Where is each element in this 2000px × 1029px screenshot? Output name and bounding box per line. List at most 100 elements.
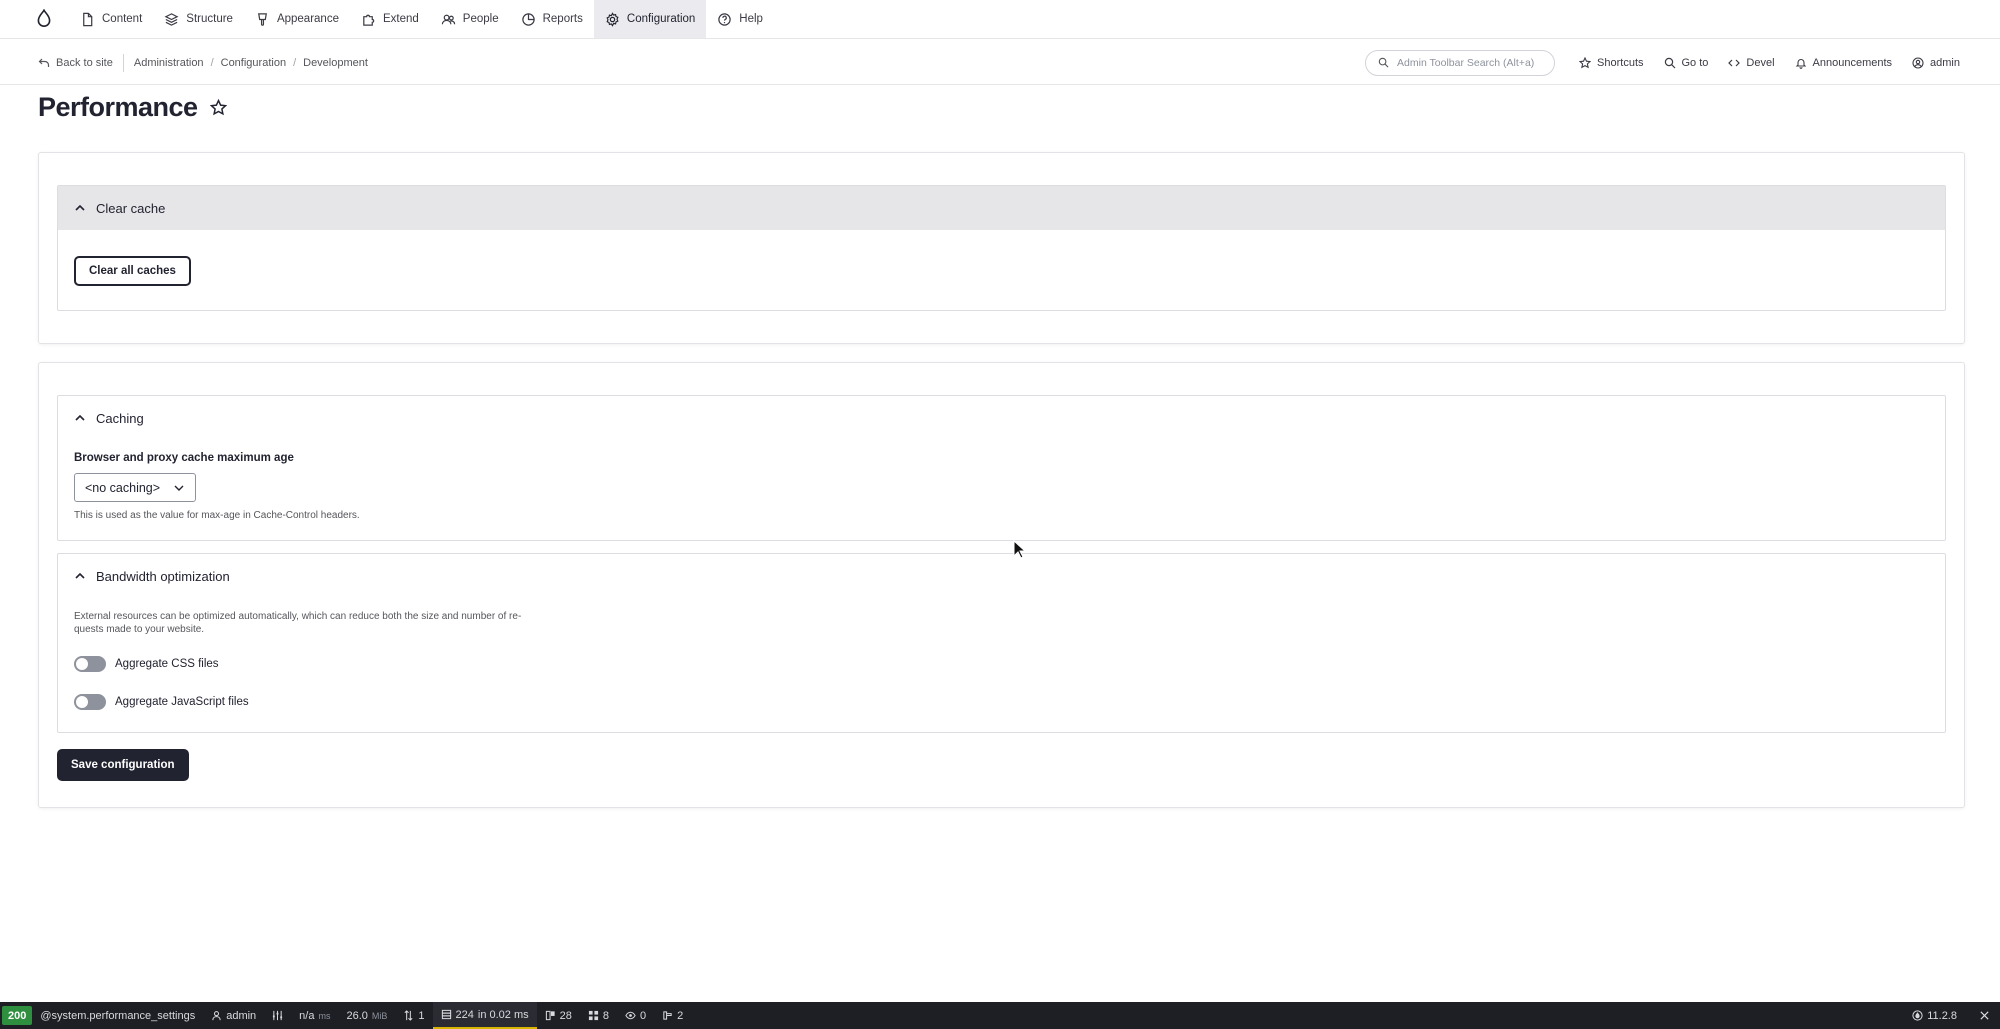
chart-pie-icon xyxy=(521,12,536,27)
bandwidth-description: External resources can be optimized auto… xyxy=(74,610,554,636)
aggregate-js-toggle-row: Aggregate JavaScript files xyxy=(74,694,249,710)
clear-cache-details: Clear cache Clear all caches xyxy=(57,185,1946,311)
sliders-icon xyxy=(272,1010,283,1021)
toolbar-item-label: Structure xyxy=(186,13,233,25)
admin-toolbar-search-input[interactable]: Admin Toolbar Search (Alt+a) xyxy=(1365,49,1556,76)
chevron-down-icon xyxy=(173,482,185,494)
aggregate-css-toggle-row: Aggregate CSS files xyxy=(74,656,219,672)
toolbar-item-extend[interactable]: Extend xyxy=(350,0,430,38)
eye-icon xyxy=(625,1010,636,1021)
toolbar-item-label: Content xyxy=(102,13,143,25)
file-icon xyxy=(80,12,95,27)
breadcrumb-item-development[interactable]: Development xyxy=(303,57,368,69)
devel-debug-bar: 200 @system.performance_settings admin n… xyxy=(0,1002,2000,1029)
breadcrumb-item-configuration[interactable]: Configuration xyxy=(221,57,286,69)
layers-icon xyxy=(164,12,179,27)
toggle-knob xyxy=(76,696,88,708)
debug-cache[interactable]: 28 xyxy=(537,1010,580,1022)
toolbar-item-reports[interactable]: Reports xyxy=(510,0,594,38)
grid-icon xyxy=(588,1010,599,1021)
breadcrumb-separator: / xyxy=(210,56,214,69)
toolbar-item-configuration[interactable]: Configuration xyxy=(593,0,707,38)
star-icon[interactable] xyxy=(209,99,227,116)
debug-database[interactable]: 224 in 0.02 ms xyxy=(432,1002,537,1029)
aggregate-js-toggle[interactable] xyxy=(74,694,106,710)
toggle-knob xyxy=(76,658,88,670)
back-arrow-icon xyxy=(38,57,50,69)
debug-time[interactable]: n/a ms xyxy=(291,1010,338,1022)
toolbar-item-label: Extend xyxy=(382,13,419,25)
debug-db-count: 224 xyxy=(455,1008,474,1021)
debug-memory[interactable]: 26.0 MiB xyxy=(338,1010,395,1022)
brush-icon xyxy=(255,12,270,27)
user-icon xyxy=(211,1010,222,1021)
theme-icon xyxy=(662,1010,673,1021)
aggregate-js-label[interactable]: Aggregate JavaScript files xyxy=(115,696,249,708)
arrows-updown-icon xyxy=(403,1010,414,1021)
max-age-select[interactable]: <no caching> xyxy=(74,473,196,502)
debug-theme[interactable]: 2 xyxy=(654,1010,691,1022)
page-title-text: Performance xyxy=(38,92,198,122)
debug-requests[interactable]: 1 xyxy=(395,1010,432,1022)
debug-blocks[interactable]: 8 xyxy=(580,1010,617,1022)
toolbar-item-appearance[interactable]: Appearance xyxy=(244,0,350,38)
aggregate-css-toggle[interactable] xyxy=(74,656,106,672)
devel-label: Devel xyxy=(1746,56,1775,69)
drupal-logo-icon xyxy=(1912,1010,1923,1021)
close-icon[interactable] xyxy=(1979,1010,1990,1021)
breadcrumb-item-administration[interactable]: Administration xyxy=(134,57,204,69)
user-menu[interactable]: admin xyxy=(1902,57,1970,69)
chevron-up-icon xyxy=(74,570,86,582)
debug-time-unit: ms xyxy=(318,1010,331,1021)
caching-summary[interactable]: Caching xyxy=(58,396,1945,440)
user-label: admin xyxy=(1930,56,1960,69)
bandwidth-summary[interactable]: Bandwidth optimization xyxy=(58,554,1945,598)
goto-label: Go to xyxy=(1681,56,1709,69)
debug-settings[interactable] xyxy=(264,1010,291,1021)
max-age-label: Browser and proxy cache maximum age xyxy=(74,452,294,464)
settings-card: Caching Browser and proxy cache maximum … xyxy=(38,362,1965,808)
drupal-logo-icon[interactable] xyxy=(25,0,63,38)
toolbar-item-content[interactable]: Content xyxy=(69,0,153,38)
caching-details: Caching Browser and proxy cache maximum … xyxy=(57,395,1946,541)
debug-version[interactable]: 11.2.8 xyxy=(1904,1010,1965,1022)
bandwidth-details: Bandwidth optimization External resource… xyxy=(57,553,1946,733)
shortcuts-label: Shortcuts xyxy=(1597,56,1644,69)
back-to-site-link[interactable]: Back to site xyxy=(38,53,124,72)
debug-db-time: in 0.02 ms xyxy=(477,1008,529,1021)
clear-all-caches-button[interactable]: Clear all caches xyxy=(74,256,191,286)
bandwidth-heading: Bandwidth optimization xyxy=(96,568,230,584)
chevron-up-icon xyxy=(74,202,86,214)
debug-requests-value: 1 xyxy=(418,1009,425,1022)
announcements-link[interactable]: Announcements xyxy=(1785,57,1903,69)
shortcuts-link[interactable]: Shortcuts xyxy=(1569,56,1653,69)
people-icon xyxy=(441,12,456,27)
debug-memory-value: 26.0 xyxy=(346,1009,368,1022)
database-icon xyxy=(441,1009,452,1020)
puzzle-icon xyxy=(361,12,376,27)
save-configuration-button[interactable]: Save configuration xyxy=(57,749,189,781)
toolbar-item-help[interactable]: Help xyxy=(706,0,774,38)
toolbar-item-people[interactable]: People xyxy=(430,0,510,38)
route-name[interactable]: @system.performance_settings xyxy=(32,1010,203,1022)
mouse-cursor-icon xyxy=(1013,540,1027,560)
debug-version-value: 11.2.8 xyxy=(1927,1009,1957,1022)
debug-blocks-value: 8 xyxy=(602,1009,609,1022)
clear-cache-summary[interactable]: Clear cache xyxy=(58,186,1945,230)
max-age-description: This is used as the value for max-age in… xyxy=(74,510,360,521)
bandwidth-description-line: External resources can be optimized auto… xyxy=(74,611,522,622)
star-icon xyxy=(1579,56,1592,69)
toolbar-item-structure[interactable]: Structure xyxy=(153,0,244,38)
debug-user-label: admin xyxy=(226,1009,257,1022)
http-status-badge[interactable]: 200 xyxy=(2,1006,33,1025)
toolbar-item-label: Reports xyxy=(542,13,583,25)
debug-user[interactable]: admin xyxy=(203,1010,264,1022)
back-to-site-label: Back to site xyxy=(56,56,113,69)
devel-link[interactable]: Devel xyxy=(1718,57,1784,69)
goto-link[interactable]: Go to xyxy=(1654,57,1719,69)
debug-time-value: n/a xyxy=(299,1009,315,1022)
debug-views[interactable]: 0 xyxy=(617,1010,654,1022)
secondary-toolbar: Back to site Administration / Configurat… xyxy=(0,41,2000,85)
clear-cache-card: Clear cache Clear all caches xyxy=(38,152,1965,344)
aggregate-css-label[interactable]: Aggregate CSS files xyxy=(115,658,219,670)
